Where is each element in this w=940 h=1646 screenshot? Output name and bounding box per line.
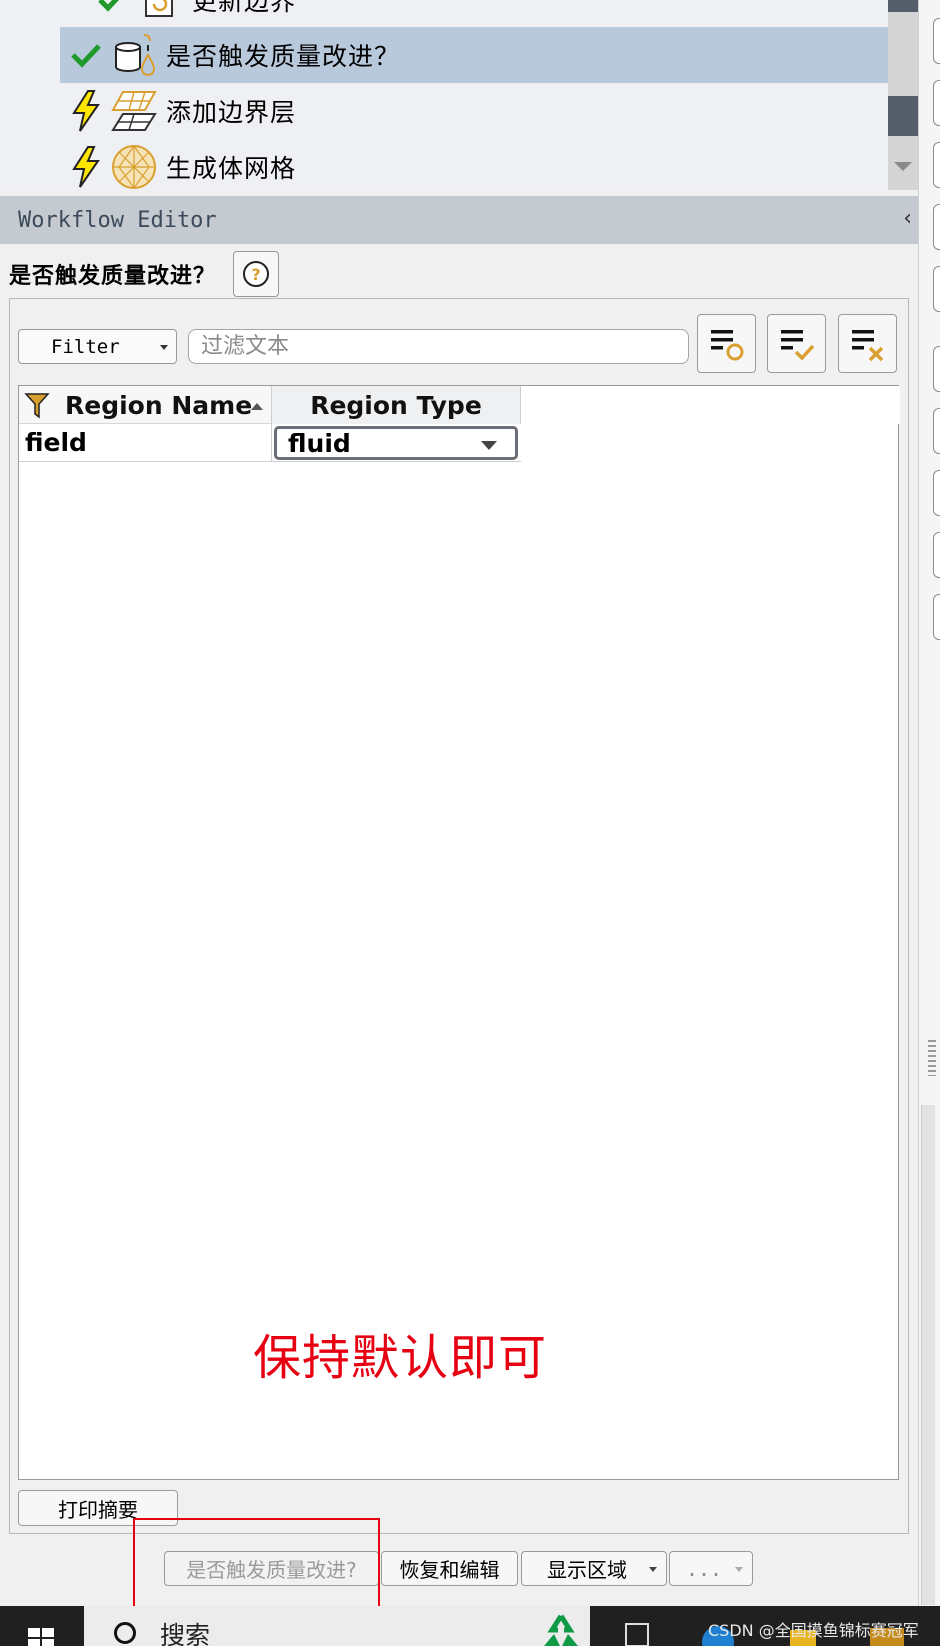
- more-options-label: ...: [685, 1556, 723, 1581]
- column-header-region-type[interactable]: Region Type: [272, 386, 521, 424]
- dock-tab[interactable]: [933, 346, 940, 392]
- caret-down-icon: [735, 1567, 743, 1572]
- region-table: Region Name Region Type field fluid: [18, 385, 900, 1480]
- caret-down-icon: [481, 441, 497, 450]
- annotation-highlight-box: [133, 1518, 380, 1613]
- volume-mesh-icon: [108, 141, 160, 190]
- select-none-button[interactable]: [697, 314, 756, 373]
- search-icon: [114, 1622, 136, 1644]
- annotation-text: 保持默认即可: [253, 1330, 548, 1386]
- more-options-button[interactable]: ...: [669, 1551, 753, 1586]
- taskbar-search-box[interactable]: 搜索: [84, 1606, 590, 1646]
- watermark-text: CSDN @全国摸鱼锦标赛冠军: [708, 1621, 919, 1640]
- region-type-select[interactable]: fluid: [274, 426, 518, 460]
- update-boundaries-icon: [134, 0, 186, 26]
- splitter-grip[interactable]: [928, 1040, 936, 1076]
- scroll-down-icon[interactable]: [894, 162, 912, 171]
- tree-item-update-boundaries[interactable]: 更新边界: [60, 0, 888, 28]
- column-header-region-name[interactable]: Region Name: [19, 386, 272, 424]
- editor-header: Workflow Editor ‹: [0, 196, 918, 244]
- check-icon: [90, 0, 134, 22]
- tree-item-label: 更新边界: [192, 0, 297, 16]
- filter-dropdown-label: Filter: [51, 335, 120, 358]
- improve-quality-icon: [108, 29, 160, 81]
- collapse-panel-icon[interactable]: ‹: [903, 206, 912, 231]
- help-button[interactable]: ?: [233, 251, 279, 297]
- column-header-label: Region Name: [65, 390, 253, 420]
- region-name-cell: field: [19, 424, 272, 461]
- workflow-tree: 更新边界 是否触发质量改进？ 添加边界层 生成体网格: [0, 0, 888, 190]
- windows-start-icon[interactable]: [28, 1628, 56, 1646]
- caret-down-icon[interactable]: [649, 1567, 657, 1572]
- dock-tab[interactable]: [933, 470, 940, 516]
- dock-tab[interactable]: [933, 408, 940, 454]
- dock-tab[interactable]: [933, 532, 940, 578]
- tree-item-label: 生成体网格: [166, 154, 297, 183]
- dock-tab[interactable]: [933, 204, 940, 250]
- recycle-bin-icon[interactable]: [536, 1614, 586, 1646]
- right-dock-strip: [918, 0, 940, 1646]
- check-icon: [64, 33, 108, 77]
- dock-tab[interactable]: [933, 594, 940, 640]
- svg-text:?: ?: [251, 265, 260, 284]
- filter-text-input[interactable]: [188, 329, 689, 364]
- show-region-button[interactable]: 显示区域: [521, 1551, 667, 1586]
- side-scrollbar[interactable]: [921, 1105, 935, 1605]
- show-region-label: 显示区域: [547, 1558, 627, 1582]
- boundary-layer-icon: [108, 85, 160, 137]
- list-circle-icon: [710, 329, 743, 360]
- clear-selection-button[interactable]: [838, 314, 897, 373]
- filter-dropdown[interactable]: Filter: [18, 329, 177, 364]
- caret-down-icon: [160, 345, 168, 350]
- tree-item-label: 添加边界层: [166, 98, 297, 127]
- tree-scrollbar[interactable]: [888, 0, 918, 190]
- table-row[interactable]: field fluid: [19, 424, 521, 462]
- table-header: Region Name Region Type: [19, 386, 900, 424]
- tree-item-add-boundary-layers[interactable]: 添加边界层: [60, 83, 888, 139]
- dock-tab[interactable]: [933, 142, 940, 188]
- list-check-icon: [780, 329, 814, 361]
- dock-tab[interactable]: [933, 266, 940, 312]
- tree-item-generate-volume-mesh[interactable]: 生成体网格: [60, 139, 888, 190]
- lightning-icon: [64, 89, 108, 133]
- column-header-label: Region Type: [310, 390, 482, 420]
- tree-item-label: 是否触发质量改进？: [166, 42, 401, 71]
- dock-tab[interactable]: [933, 18, 940, 64]
- tree-item-improve-quality[interactable]: 是否触发质量改进？: [60, 27, 888, 83]
- editor-title: Workflow Editor: [18, 207, 217, 233]
- dock-tab[interactable]: [933, 80, 940, 126]
- revert-edit-button[interactable]: 恢复和编辑: [381, 1551, 518, 1586]
- scrollbar-thumb[interactable]: [888, 96, 918, 136]
- lightning-icon: [64, 145, 108, 189]
- region-type-value: fluid: [288, 428, 351, 458]
- task-title: 是否触发质量改进？: [9, 264, 217, 289]
- help-icon: ?: [243, 261, 269, 287]
- select-all-button[interactable]: [767, 314, 826, 373]
- revert-edit-label: 恢复和编辑: [399, 1558, 500, 1582]
- list-clear-icon: [851, 329, 883, 361]
- funnel-icon[interactable]: [23, 390, 51, 420]
- taskbar-search-label: 搜索: [160, 1621, 211, 1646]
- sort-ascending-icon: [251, 403, 263, 410]
